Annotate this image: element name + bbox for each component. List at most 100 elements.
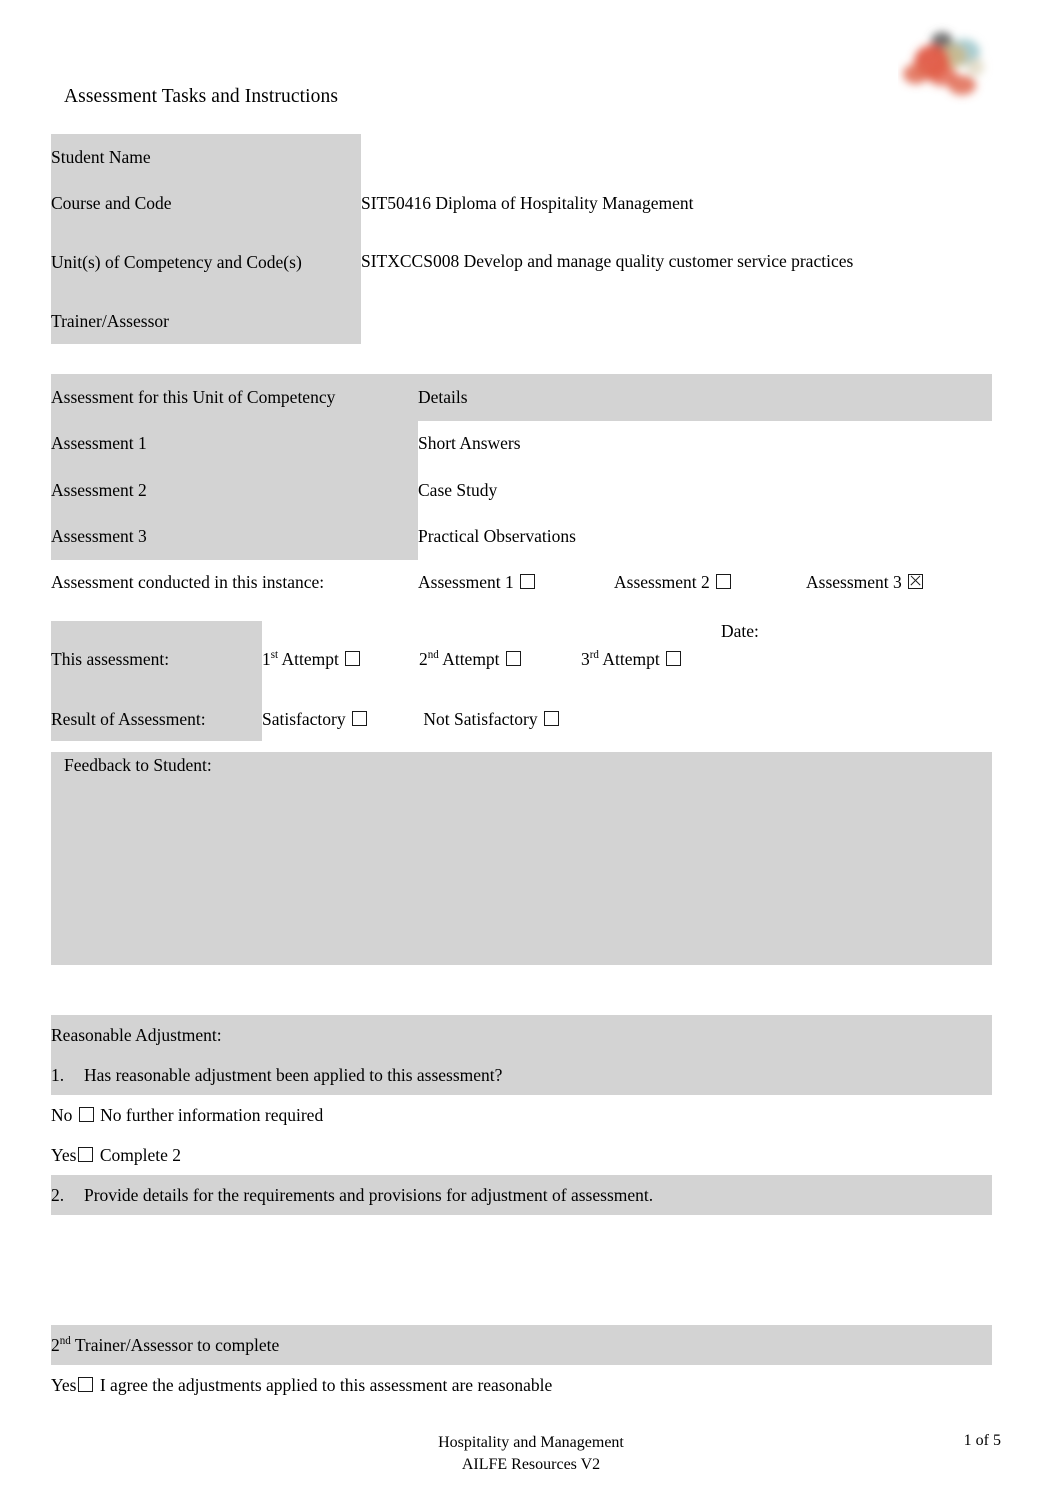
- page-footer: Hospitality and Management AILFE Resourc…: [0, 1432, 1062, 1475]
- assessment-conducted-row: Assessment conducted in this instance: A…: [51, 560, 992, 604]
- attempt-3-ordinal: 3: [581, 648, 590, 669]
- result-not-satisfactory-label: Not Satisfactory: [423, 708, 538, 729]
- second-assessor-text: Trainer/Assessor to complete: [74, 1334, 280, 1355]
- feedback-to-student-box[interactable]: Feedback to Student:: [51, 752, 992, 965]
- attempt-1-ordinal: 1: [262, 648, 271, 669]
- result-satisfactory-option[interactable]: Satisfactory: [262, 709, 419, 730]
- conducted-option-3-checkbox[interactable]: [908, 573, 924, 589]
- attempt-1-checkbox[interactable]: [345, 650, 361, 666]
- adjustment-question-2: 2. Provide details for the requirements …: [51, 1175, 992, 1215]
- table-row: 2. Provide details for the requirements …: [51, 1175, 992, 1215]
- assessment-2-detail: Case Study: [418, 467, 992, 514]
- feedback-to-student-value[interactable]: [51, 776, 992, 779]
- result-not-satisfactory-checkbox[interactable]: [543, 710, 559, 726]
- table-row: Yes I agree the adjustments applied to t…: [51, 1365, 992, 1405]
- attempt-2-cell[interactable]: 2nd Attempt: [419, 621, 581, 697]
- attempt-3-checkbox[interactable]: [666, 650, 682, 666]
- conducted-option-2[interactable]: Assessment 2: [614, 572, 806, 593]
- table-row: Yes Complete 2: [51, 1135, 992, 1175]
- conducted-option-1-checkbox[interactable]: [520, 573, 536, 589]
- attempt-3-cell[interactable]: 3rd Attempt: [581, 621, 721, 697]
- assessment-overview-table: Assessment for this Unit of Competency D…: [51, 374, 992, 604]
- table-header-row: Assessment for this Unit of Competency D…: [51, 374, 992, 421]
- attempt-2-checkbox[interactable]: [505, 650, 521, 666]
- table-row: Trainer/Assessor: [51, 298, 867, 344]
- course-and-code-field[interactable]: SIT50416 Diploma of Hospitality Manageme…: [361, 180, 867, 226]
- adjustment-question-1-text: Has reasonable adjustment been applied t…: [84, 1064, 503, 1085]
- date-cell[interactable]: Date:: [721, 621, 992, 697]
- table-row: Assessment 2 Case Study: [51, 467, 992, 514]
- adjustment-yes-label: Yes: [51, 1144, 77, 1165]
- footer-line-2: AILFE Resources V2: [461, 1455, 601, 1473]
- result-not-satisfactory-option[interactable]: Not Satisfactory: [423, 709, 561, 729]
- assessment-3-label: Assessment 3: [51, 513, 418, 560]
- table-row: Assessment 3 Practical Observations: [51, 513, 992, 560]
- second-assessor-prefix: 2: [51, 1334, 60, 1355]
- table-row: Student Name: [51, 134, 867, 180]
- document-page: Assessment Tasks and Instructions Studen…: [0, 0, 1062, 1506]
- assessment-result-table: This assessment: 1st Attempt 2nd Attempt…: [51, 621, 992, 741]
- trainer-assessor-label: Trainer/Assessor: [51, 298, 361, 344]
- adjustment-yes-checkbox[interactable]: [78, 1146, 94, 1162]
- adjustment-yes-text: Complete 2: [99, 1144, 182, 1165]
- adjustment-question-1-number: 1.: [51, 1064, 65, 1085]
- organisation-logo: [898, 22, 998, 108]
- adjustment-question-2-text: Provide details for the requirements and…: [84, 1184, 654, 1205]
- attempt-1-suffix: st: [270, 648, 279, 661]
- attempt-1-cell[interactable]: 1st Attempt: [262, 621, 419, 697]
- footer-page-number: 1 of 5: [963, 1432, 1001, 1449]
- attempt-3-suffix: rd: [589, 648, 599, 661]
- attempt-2-label: Attempt: [442, 648, 500, 669]
- attempt-2-suffix: nd: [427, 648, 439, 661]
- attempt-2-ordinal: 2: [419, 648, 428, 669]
- table-row: No No further information required: [51, 1095, 992, 1135]
- second-assessor-agree-label: Yes: [51, 1374, 77, 1395]
- table-row: 1. Has reasonable adjustment been applie…: [51, 1055, 992, 1095]
- assessment-1-detail: Short Answers: [418, 420, 992, 467]
- unit-competency-field[interactable]: SITXCCS008 Develop and manage quality cu…: [361, 226, 867, 298]
- conducted-option-2-label: Assessment 2: [614, 571, 710, 592]
- assessment-conducted-label: Assessment conducted in this instance:: [51, 560, 418, 604]
- table-row: Unit(s) of Competency and Code(s) SITXCC…: [51, 226, 867, 298]
- attempt-3-label: Attempt: [602, 648, 660, 669]
- adjustment-yes-option[interactable]: Yes Complete 2: [51, 1135, 992, 1175]
- reasonable-adjustment-heading: Reasonable Adjustment:: [51, 1015, 992, 1055]
- adjustment-details-field[interactable]: [51, 1215, 992, 1325]
- conducted-option-2-checkbox[interactable]: [716, 573, 732, 589]
- result-satisfactory-checkbox[interactable]: [351, 710, 367, 726]
- assessment-conducted-options: Assessment 1 Assessment 2 Assessment 3: [418, 560, 992, 604]
- reasonable-adjustment-table: Reasonable Adjustment: 1. Has reasonable…: [51, 1015, 992, 1405]
- table-row: Reasonable Adjustment:: [51, 1015, 992, 1055]
- result-options: Satisfactory Not Satisfactory: [262, 697, 992, 741]
- adjustment-no-option[interactable]: No No further information required: [51, 1095, 992, 1135]
- this-assessment-label: This assessment:: [51, 621, 262, 697]
- adjustment-no-label: No: [51, 1104, 73, 1125]
- footer-line-1: Hospitality and Management: [438, 1434, 624, 1451]
- assessment-details-header: Details: [418, 374, 992, 421]
- feedback-to-student-label: Feedback to Student:: [64, 755, 212, 775]
- second-assessor-agree-option[interactable]: Yes I agree the adjustments applied to t…: [51, 1365, 992, 1405]
- assessment-3-detail: Practical Observations: [418, 513, 992, 560]
- assessment-2-label: Assessment 2: [51, 467, 418, 514]
- second-assessor-row: 2nd Trainer/Assessor to complete: [51, 1325, 992, 1365]
- second-assessor-agree-text: I agree the adjustments applied to this …: [99, 1374, 553, 1395]
- conducted-option-3-label: Assessment 3: [806, 571, 902, 592]
- attempt-row: This assessment: 1st Attempt 2nd Attempt…: [51, 621, 992, 697]
- date-label: Date:: [721, 621, 759, 641]
- student-name-label: Student Name: [51, 134, 361, 180]
- second-assessor-suffix: nd: [59, 1334, 71, 1347]
- attempt-1-label: Attempt: [281, 648, 339, 669]
- assessment-1-label: Assessment 1: [51, 420, 418, 467]
- conducted-option-3[interactable]: Assessment 3: [806, 572, 925, 593]
- result-row: Result of Assessment: Satisfactory Not S…: [51, 697, 992, 741]
- assessment-unit-header: Assessment for this Unit of Competency: [51, 374, 418, 421]
- table-row: Assessment 1 Short Answers: [51, 420, 992, 467]
- second-assessor-agree-checkbox[interactable]: [78, 1376, 94, 1392]
- adjustment-no-checkbox[interactable]: [78, 1106, 94, 1122]
- table-row: 2nd Trainer/Assessor to complete: [51, 1325, 992, 1365]
- result-of-assessment-label: Result of Assessment:: [51, 697, 262, 741]
- trainer-assessor-field[interactable]: [361, 298, 867, 344]
- student-name-field[interactable]: [361, 134, 867, 180]
- table-row: [51, 1215, 992, 1325]
- conducted-option-1[interactable]: Assessment 1: [418, 572, 614, 593]
